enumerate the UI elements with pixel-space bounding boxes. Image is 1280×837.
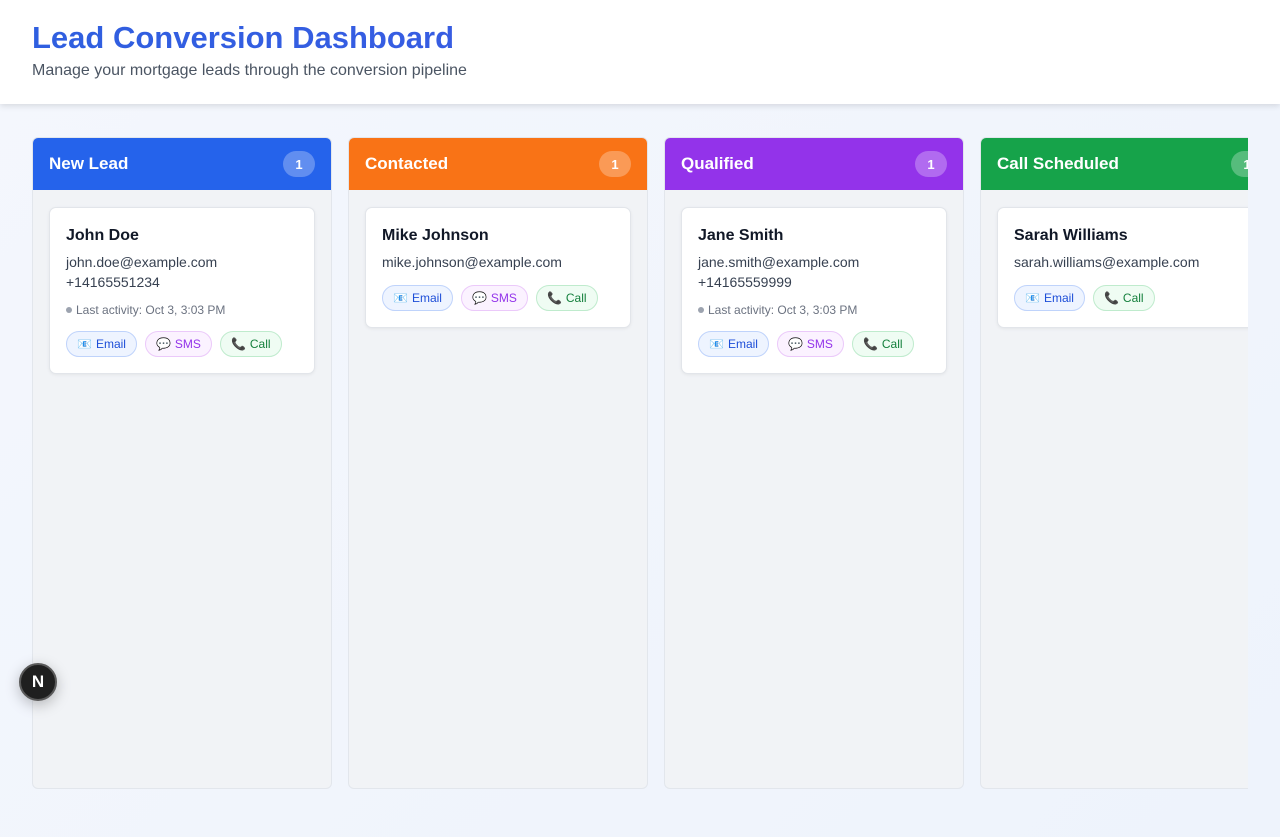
column-call-scheduled: Call Scheduled 1 Sarah Williams sarah.wi… (980, 137, 1248, 789)
lead-phone: +14165551234 (66, 274, 160, 290)
lead-name: John Doe (66, 227, 139, 244)
lead-actions: 📧 Email 💬 SMS 📞 Call (382, 285, 614, 311)
lead-email: john.doe@example.com (66, 254, 218, 270)
lead-card[interactable]: Mike Johnson mike.johnson@example.com 📧 … (365, 207, 631, 328)
lead-email: mike.johnson@example.com (382, 254, 562, 270)
sms-button-label: SMS (490, 291, 517, 305)
speech-bubble-icon: 💬 (787, 337, 803, 351)
call-button-label: Call (565, 291, 587, 305)
sms-button-label: SMS (174, 337, 201, 351)
lead-card[interactable]: Sarah Williams sarah.williams@example.co… (997, 207, 1248, 328)
email-icon: 📧 (709, 337, 724, 351)
column-contacted: Contacted 1 Mike Johnson mike.johnson@ex… (348, 137, 648, 789)
lead-actions: 📧 Email 📞 Call (1014, 285, 1246, 311)
email-button[interactable]: 📧 Email (1014, 285, 1085, 311)
email-icon: 📧 (393, 291, 408, 305)
email-button[interactable]: 📧 Email (66, 331, 137, 357)
lead-card[interactable]: John Doe john.doe@example.com +141655512… (49, 207, 315, 374)
lead-actions: 📧 Email 💬 SMS 📞 Call (698, 331, 930, 357)
activity-dot-icon (698, 307, 704, 313)
column-new-lead: New Lead 1 John Doe john.doe@example.com… (32, 137, 332, 789)
sms-button-label: SMS (806, 337, 833, 351)
page-subtitle: Manage your mortgage leads through the c… (32, 62, 467, 79)
sms-button[interactable]: 💬 SMS (776, 331, 844, 357)
email-button-label: Email (727, 337, 758, 351)
lead-phone: +14165559999 (698, 274, 792, 290)
sms-button[interactable]: 💬 SMS (460, 285, 528, 311)
call-button[interactable]: 📞 Call (219, 331, 282, 357)
call-button[interactable]: 📞 Call (535, 285, 598, 311)
column-title: Call Scheduled (997, 154, 1119, 173)
kanban-board: New Lead 1 John Doe john.doe@example.com… (32, 137, 1248, 789)
call-button[interactable]: 📞 Call (1092, 285, 1155, 311)
column-count-badge: 1 (915, 151, 947, 177)
email-button[interactable]: 📧 Email (382, 285, 453, 311)
speech-bubble-icon: 💬 (471, 291, 487, 305)
last-activity-text: Last activity: Oct 3, 3:03 PM (76, 303, 226, 317)
sms-button[interactable]: 💬 SMS (144, 331, 212, 357)
lead-actions: 📧 Email 💬 SMS 📞 Call (66, 331, 298, 357)
column-qualified: Qualified 1 Jane Smith jane.smith@exampl… (664, 137, 964, 789)
email-button[interactable]: 📧 Email (698, 331, 769, 357)
column-header: Call Scheduled 1 (981, 138, 1248, 190)
column-count-badge: 1 (1231, 151, 1248, 177)
email-icon: 📧 (77, 337, 92, 351)
email-button-label: Email (1043, 291, 1074, 305)
dev-tools-button[interactable]: N (19, 663, 57, 701)
lead-name: Sarah Williams (1014, 227, 1128, 244)
activity-dot-icon (66, 307, 72, 313)
column-header: Contacted 1 (349, 138, 647, 190)
column-header: New Lead 1 (33, 138, 331, 190)
column-count-badge: 1 (283, 151, 315, 177)
phone-icon: 📞 (862, 337, 878, 351)
phone-icon: 📞 (546, 291, 562, 305)
call-button-label: Call (881, 337, 903, 351)
column-title: New Lead (49, 154, 129, 173)
email-icon: 📧 (1025, 291, 1040, 305)
email-button-label: Email (95, 337, 126, 351)
lead-email: sarah.williams@example.com (1014, 254, 1200, 270)
page-title: Lead Conversion Dashboard (32, 20, 1248, 56)
call-button-label: Call (1122, 291, 1144, 305)
last-activity: Last activity: Oct 3, 3:03 PM (66, 303, 298, 317)
lead-card[interactable]: Jane Smith jane.smith@example.com +14165… (681, 207, 947, 374)
speech-bubble-icon: 💬 (155, 337, 171, 351)
call-button[interactable]: 📞 Call (851, 331, 914, 357)
phone-icon: 📞 (230, 337, 246, 351)
column-title: Qualified (681, 154, 754, 173)
column-header: Qualified 1 (665, 138, 963, 190)
column-count-badge: 1 (599, 151, 631, 177)
column-title: Contacted (365, 154, 449, 173)
page-header: Lead Conversion Dashboard Manage your mo… (0, 0, 1280, 104)
phone-icon: 📞 (1103, 291, 1119, 305)
lead-name: Mike Johnson (382, 227, 489, 244)
call-button-label: Call (249, 337, 271, 351)
lead-email: jane.smith@example.com (698, 254, 860, 270)
last-activity-text: Last activity: Oct 3, 3:03 PM (708, 303, 858, 317)
lead-name: Jane Smith (698, 227, 784, 244)
email-button-label: Email (411, 291, 442, 305)
last-activity: Last activity: Oct 3, 3:03 PM (698, 303, 930, 317)
